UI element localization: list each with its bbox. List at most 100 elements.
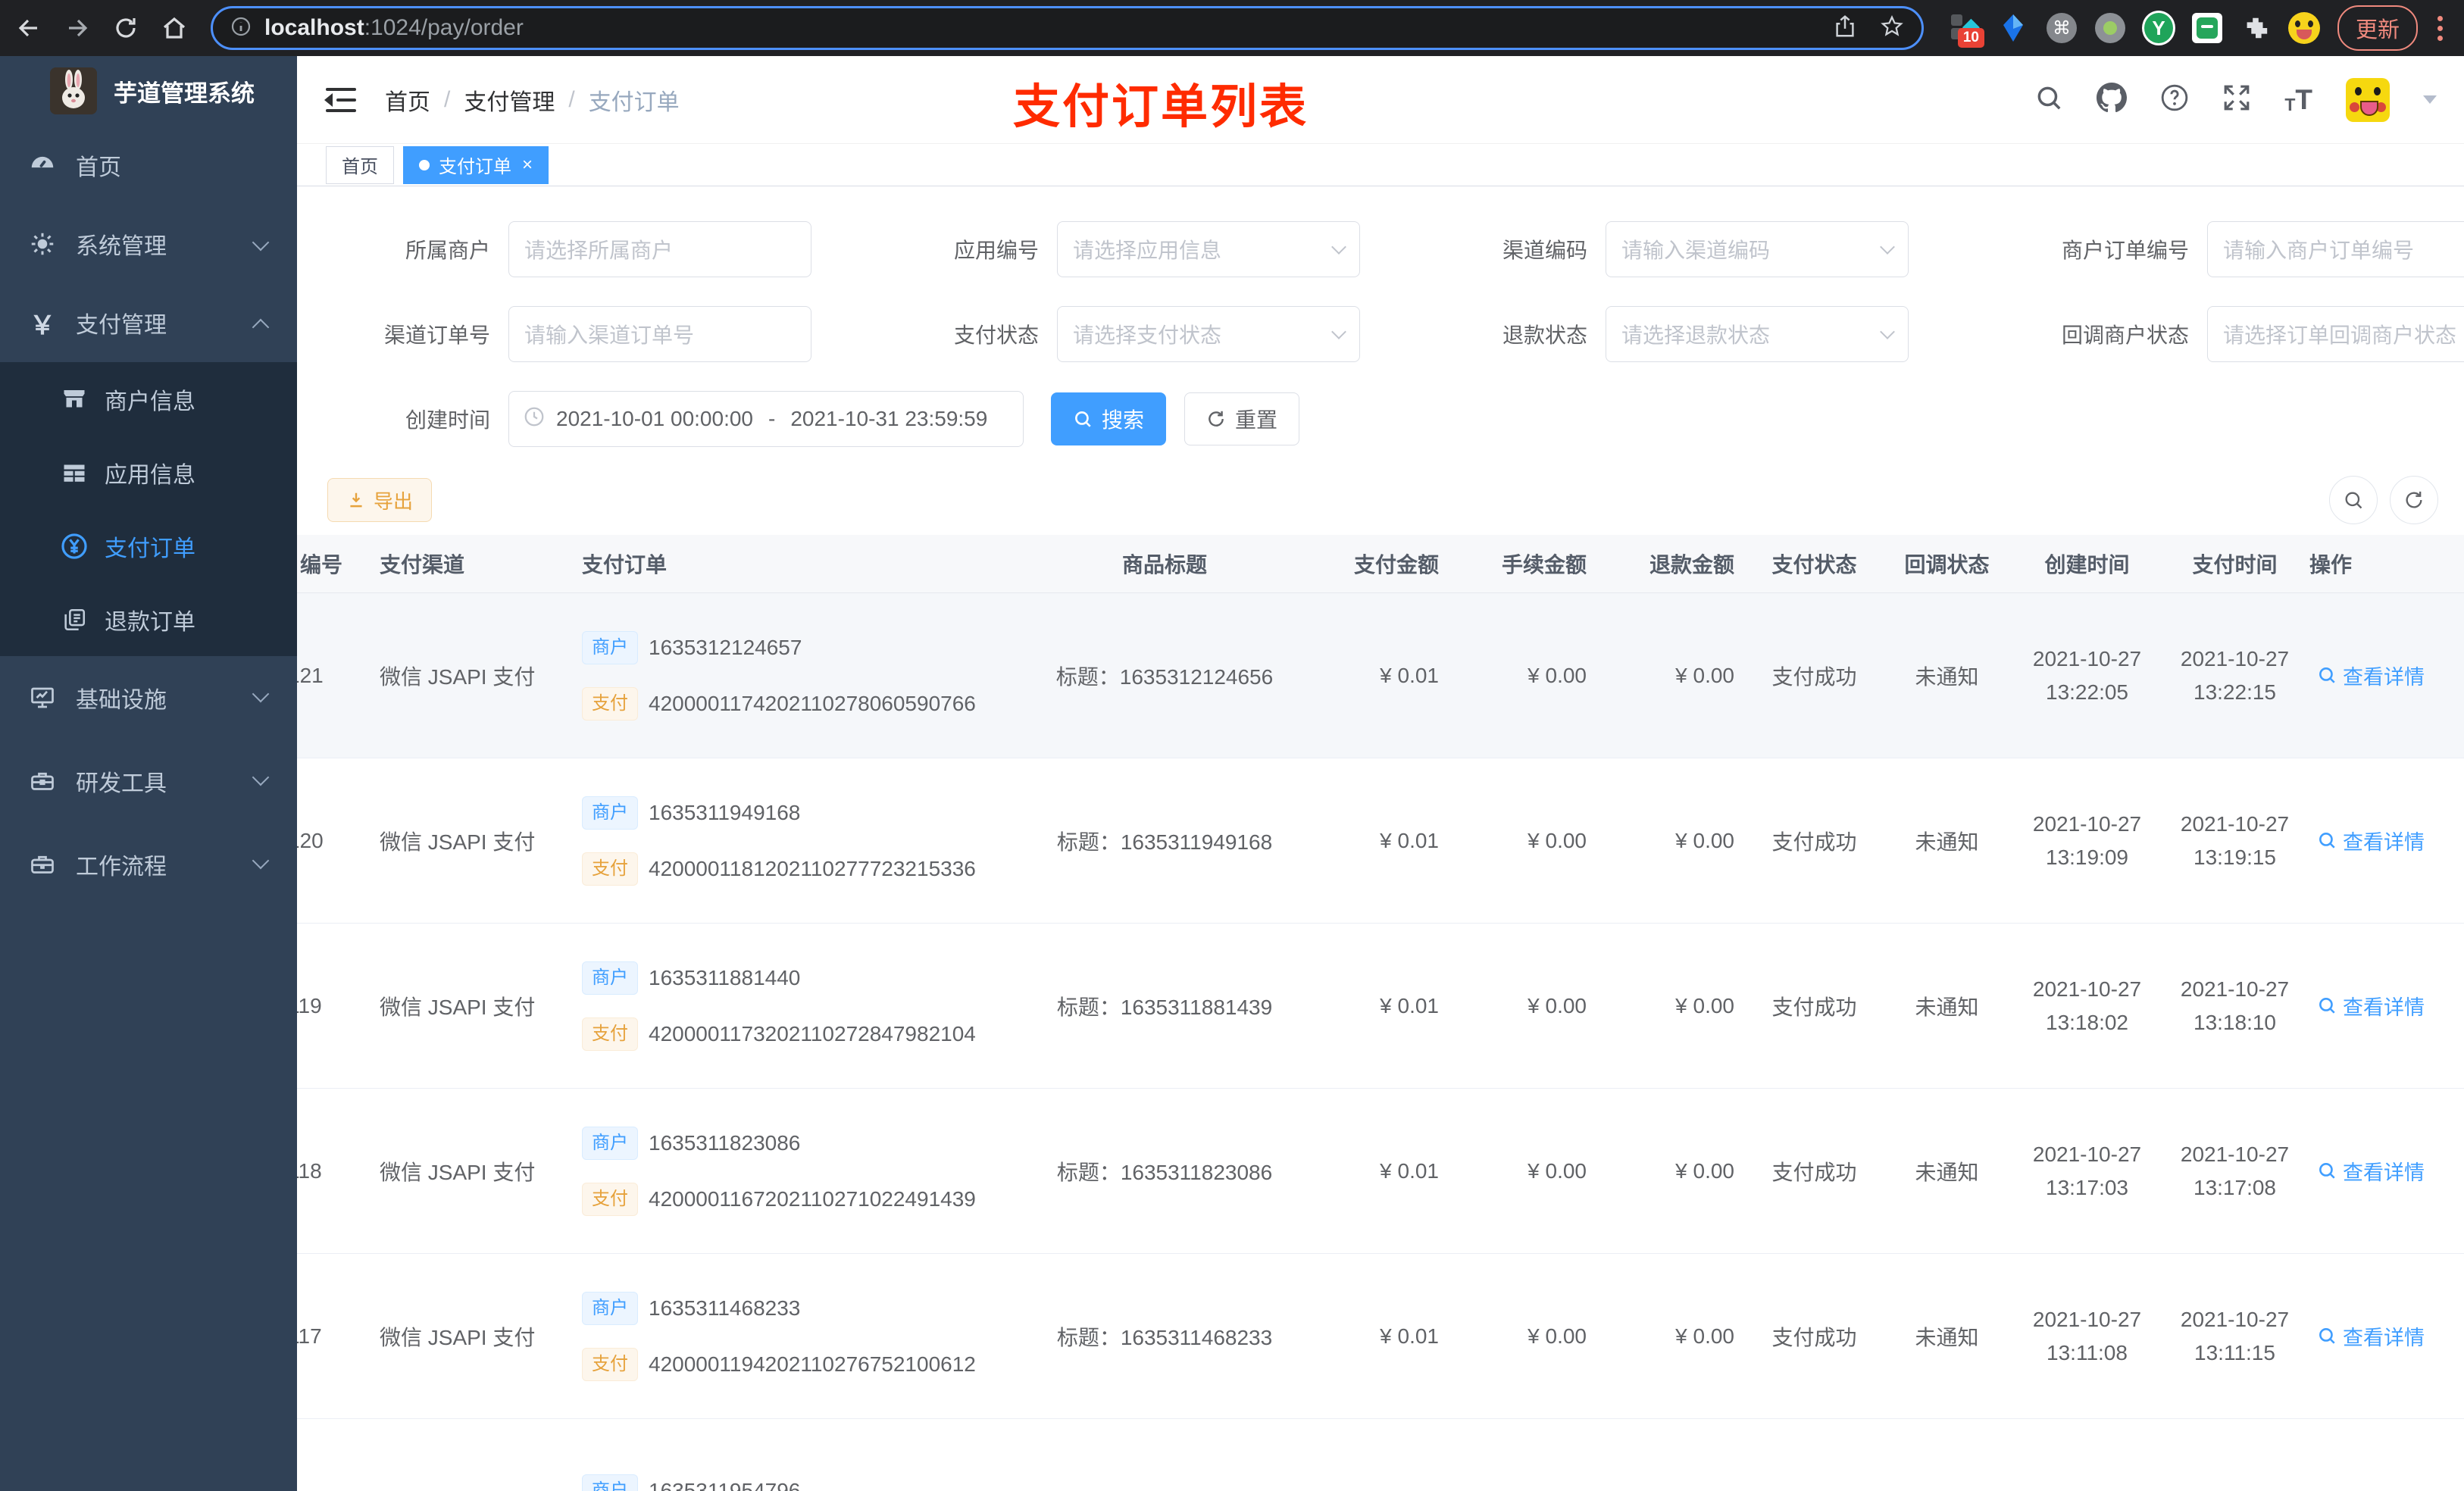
search-button-label: 搜索 xyxy=(1102,408,1145,432)
cell-create_time xyxy=(2013,1418,2161,1491)
refresh-icon[interactable] xyxy=(2390,476,2438,524)
user-avatar[interactable] xyxy=(2346,77,2390,122)
extension-dot-icon[interactable] xyxy=(2093,11,2127,45)
user-menu-caret-icon[interactable] xyxy=(2423,95,2437,104)
chevron-down-icon xyxy=(252,768,270,786)
sidebar-item-app-info[interactable]: 应用信息 xyxy=(0,436,297,509)
column-header-refund: 退款金额 xyxy=(1600,535,1748,593)
back-icon[interactable] xyxy=(14,13,44,43)
address-bar[interactable]: localhost:1024/pay/order xyxy=(211,6,1924,50)
sidebar-item-dev-tools[interactable]: 研发工具 xyxy=(0,739,297,823)
breadcrumb-home[interactable]: 首页 xyxy=(385,83,430,117)
export-button[interactable]: 导出 xyxy=(327,478,433,522)
tab-home[interactable]: 首页 xyxy=(326,145,394,184)
sidebar-item-refund-order[interactable]: 退款订单 xyxy=(0,583,297,656)
site-info-icon[interactable] xyxy=(230,15,252,42)
filter-label-merchant_order_no: 商户订单编号 xyxy=(2061,239,2189,262)
chevron-down-icon xyxy=(252,852,270,870)
placeholder-text: 请输入渠道订单号 xyxy=(524,324,695,347)
reset-button[interactable]: 重置 xyxy=(1184,392,1300,445)
search-icon[interactable] xyxy=(2034,83,2063,116)
dashboard-icon xyxy=(27,151,58,180)
cell-channel: 微信 JSAPI 支付 xyxy=(369,1088,581,1254)
cell-channel: 微信 JSAPI 支付 xyxy=(369,1253,581,1419)
search-button[interactable]: 搜索 xyxy=(1051,392,1167,445)
filter-input-merchant_order_no[interactable]: 请输入商户订单编号 xyxy=(2207,221,2464,277)
hide-search-icon[interactable] xyxy=(2329,476,2378,524)
view-detail-link[interactable]: 查看详情 xyxy=(2309,991,2425,1021)
merchant-order-no: 1635311954796 xyxy=(649,1479,801,1491)
view-detail-link[interactable]: 查看详情 xyxy=(2309,826,2425,855)
channel-order-no: 4200001174202110278060590766 xyxy=(649,691,976,715)
cell-fee: ¥ 0.00 xyxy=(1452,592,1600,758)
sidebar-item-infra[interactable]: 基础设施 xyxy=(0,656,297,739)
filter-label-pay_status: 支付状态 xyxy=(953,324,1039,347)
filter-input-channel_order_no[interactable]: 请输入渠道订单号 xyxy=(508,306,811,362)
sidebar-item-workflow[interactable]: 工作流程 xyxy=(0,823,297,906)
merchant-tag: 商户 xyxy=(582,1474,638,1491)
cell-order_no: 商户 1635312124657 支付 42000011742021102780605… xyxy=(581,592,1005,758)
date-separator: - xyxy=(768,407,776,430)
cell-fee xyxy=(1452,1418,1600,1491)
cell-title xyxy=(1005,1418,1324,1491)
table-header-row: 编号 支付渠道 支付订单 商品标题 支付金额 手续金额 退款金额 支付状态 回调状态 创建时间 支付… xyxy=(297,535,2464,593)
sidebar-item-label: 首页 xyxy=(76,155,121,180)
view-detail-link[interactable]: 查看详情 xyxy=(2309,1156,2425,1186)
sidebar-item-label: 系统管理 xyxy=(76,234,167,259)
extension-tabs-icon[interactable]: ◆ 10 xyxy=(1948,11,1984,48)
chrome-update-button[interactable]: 更新 xyxy=(2337,5,2418,51)
filter-select-app_no[interactable]: 请选择应用信息 xyxy=(1057,221,1360,277)
chevron-down-icon xyxy=(252,685,270,703)
cell-title: 标题：1635311823086 xyxy=(1005,1088,1324,1254)
chevron-down-icon xyxy=(252,233,270,252)
breadcrumb-pay[interactable]: 支付管理 xyxy=(464,83,555,117)
forward-icon[interactable] xyxy=(62,13,92,43)
sidebar-item-merchant-info[interactable]: 商户信息 xyxy=(0,362,297,436)
collapse-sidebar-icon[interactable] xyxy=(324,87,356,113)
extension-y-icon[interactable]: Y xyxy=(2141,11,2175,45)
filter-input-merchant[interactable]: 请选择所属商户 xyxy=(508,221,811,277)
profile-avatar-icon[interactable] xyxy=(2287,11,2321,45)
help-icon[interactable] xyxy=(2160,83,2189,116)
cell-id: 121 xyxy=(297,592,369,758)
placeholder-text: 请输入商户订单编号 xyxy=(2223,239,2415,262)
view-detail-link[interactable]: 查看详情 xyxy=(2309,1321,2425,1351)
view-detail-link[interactable]: 查看详情 xyxy=(2309,661,2425,690)
merchant-order-no: 1635311823086 xyxy=(649,1130,801,1155)
font-size-icon[interactable]: TT xyxy=(2284,86,2312,114)
sidebar-item-home[interactable]: 首页 xyxy=(0,126,297,205)
filter-select-notify_status[interactable]: 请选择订单回调商户状态 xyxy=(2207,306,2464,362)
fullscreen-icon[interactable] xyxy=(2222,83,2251,116)
home-icon[interactable] xyxy=(159,13,189,43)
url-path: :1024/pay/order xyxy=(364,15,524,40)
cell-amount: ¥ 0.01 xyxy=(1324,923,1452,1089)
bookmark-star-icon[interactable] xyxy=(1879,14,1905,43)
github-icon[interactable] xyxy=(2097,83,2128,117)
date-range-picker[interactable]: 2021-10-01 00:00:00 - 2021-10-31 23:59:5… xyxy=(508,391,1024,447)
share-icon[interactable] xyxy=(1832,14,1858,43)
filter-select-refund_status[interactable]: 请选择退款状态 xyxy=(1606,306,1909,362)
cell-refund: ¥ 0.00 xyxy=(1600,1253,1748,1419)
extensions-puzzle-icon[interactable] xyxy=(2239,11,2272,45)
browser-menu-icon[interactable] xyxy=(2430,15,2450,41)
sidebar-item-pay-order[interactable]: 支付订单 xyxy=(0,509,297,583)
column-header-action: 操作 xyxy=(2309,535,2464,593)
filter-select-pay_status[interactable]: 请选择支付状态 xyxy=(1057,306,1360,362)
filter-label-channel_order_no: 渠道订单号 xyxy=(383,324,490,347)
breadcrumb: 首页 / 支付管理 / 支付订单 xyxy=(385,83,680,117)
filter-select-channel_code[interactable]: 请输入渠道编码 xyxy=(1606,221,1909,277)
filter-label-create-time: 创建时间 xyxy=(405,408,490,432)
sidebar-item-system[interactable]: 系统管理 xyxy=(0,205,297,283)
cell-pay_time xyxy=(2161,1418,2309,1491)
close-icon[interactable]: × xyxy=(522,155,533,176)
cell-title: 标题：1635311949168 xyxy=(1005,758,1324,924)
sidebar-item-payment[interactable]: ￥ 支付管理 xyxy=(0,283,297,362)
extension-kite-icon[interactable] xyxy=(1997,11,2030,45)
reload-icon[interactable] xyxy=(111,13,141,43)
cell-order_no: 商户 1635311468233 支付 42000011942021102767521… xyxy=(581,1253,1005,1419)
tab-pay-order[interactable]: 支付订单 × xyxy=(403,145,549,184)
extension-chat-icon[interactable] xyxy=(2190,11,2224,45)
cell-refund: ¥ 0.00 xyxy=(1600,923,1748,1089)
extension-command-icon[interactable]: ⌘ xyxy=(2045,11,2078,45)
merchant-order-no: 1635311949168 xyxy=(649,800,801,824)
